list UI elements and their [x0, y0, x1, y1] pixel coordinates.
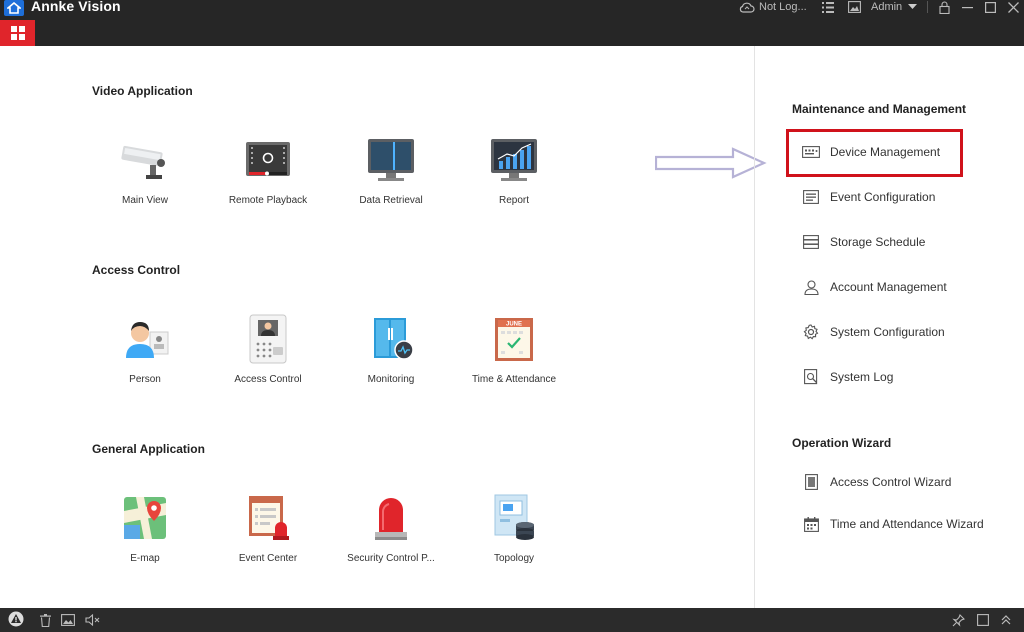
menu-time-attendance-wizard[interactable]: Time and Attendance Wizard [802, 514, 984, 534]
calendar-icon: JUNE [487, 312, 541, 366]
tile-time-attendance[interactable]: JUNE Time & Attendance [454, 312, 574, 385]
tile-main-view[interactable]: Main View [85, 133, 205, 206]
window-icon[interactable] [975, 613, 991, 627]
wizard-title: Operation Wizard [792, 436, 892, 450]
tile-label: Topology [493, 553, 535, 564]
menu-system-configuration[interactable]: System Configuration [802, 322, 945, 342]
status-bar [0, 608, 1024, 632]
user-name[interactable]: Admin [871, 0, 902, 14]
tile-label: Access Control [234, 374, 302, 385]
tile-label: Remote Playback [228, 195, 308, 206]
menu-account-management[interactable]: Account Management [802, 277, 947, 297]
calendar-wizard-icon [802, 516, 820, 532]
topology-icon [487, 491, 541, 545]
list-icon[interactable] [821, 0, 835, 14]
tile-label: Security Control P... [347, 553, 435, 564]
door-station-icon [241, 312, 295, 366]
tile-label: Data Retrieval [359, 195, 423, 206]
menu-label: System Configuration [830, 325, 945, 339]
section-title-access: Access Control [92, 263, 181, 277]
event-config-icon [802, 189, 820, 205]
close-icon[interactable] [1006, 0, 1020, 14]
title-bar: Annke Vision Not Log... Admin [0, 0, 1024, 46]
lock-icon[interactable] [937, 0, 951, 14]
calendar-month-label: JUNE [506, 322, 522, 328]
picture-icon[interactable] [847, 0, 861, 14]
event-center-icon [241, 491, 295, 545]
tile-label: Main View [122, 195, 168, 206]
section-title-video: Video Application [92, 84, 193, 98]
tile-person[interactable]: Person [85, 312, 205, 385]
account-icon [802, 279, 820, 295]
minimize-icon[interactable] [960, 0, 974, 14]
image-icon[interactable] [60, 613, 76, 627]
tile-access-control[interactable]: Access Control [208, 312, 328, 385]
storage-icon [802, 234, 820, 250]
playback-icon [241, 133, 295, 187]
data-retrieval-icon [364, 133, 418, 187]
app-logo-icon [4, 0, 24, 16]
map-icon [118, 491, 172, 545]
app-title: Annke Vision [31, 0, 121, 14]
cloud-icon[interactable] [738, 0, 756, 14]
log-icon [802, 369, 820, 385]
home-grid-button[interactable] [0, 20, 35, 46]
trash-icon[interactable] [37, 613, 53, 627]
tile-monitoring[interactable]: Monitoring [331, 312, 451, 385]
annotation-arrow [655, 147, 767, 179]
tile-security-control[interactable]: Security Control P... [331, 491, 451, 564]
tile-label: Person [129, 374, 161, 385]
tile-label: Event Center [238, 553, 298, 564]
camera-icon [118, 133, 172, 187]
grid-icon [10, 26, 25, 40]
gear-icon [802, 324, 820, 340]
tile-label: Monitoring [367, 374, 415, 385]
door-monitor-icon [364, 312, 418, 366]
menu-label: Storage Schedule [830, 235, 926, 249]
pin-icon[interactable] [950, 613, 966, 627]
maintenance-title: Maintenance and Management [792, 102, 967, 116]
menu-label: Time and Attendance Wizard [830, 517, 984, 531]
tile-label: Time & Attendance [471, 374, 557, 385]
tile-label: E-map [130, 553, 160, 564]
tile-label: Report [498, 195, 529, 206]
menu-label: Access Control Wizard [830, 475, 952, 489]
menu-system-log[interactable]: System Log [802, 367, 893, 387]
door-wizard-icon [802, 474, 820, 490]
chevron-down-icon[interactable] [905, 0, 919, 14]
menu-label: Event Configuration [830, 190, 936, 204]
menu-access-control-wizard[interactable]: Access Control Wizard [802, 472, 951, 492]
menu-label: System Log [830, 370, 894, 384]
menu-device-management[interactable]: Device Management [802, 142, 940, 162]
report-chart-icon [487, 133, 541, 187]
menu-label: Device Management [830, 145, 941, 159]
tile-remote-playback[interactable]: Remote Playback [208, 133, 328, 206]
menu-event-configuration[interactable]: Event Configuration [802, 187, 935, 207]
tile-e-map[interactable]: E-map [85, 491, 205, 564]
panel-divider [754, 46, 755, 608]
menu-label: Account Management [830, 280, 947, 294]
alarm-siren-icon [364, 491, 418, 545]
tile-topology[interactable]: Topology [454, 491, 574, 564]
menu-storage-schedule[interactable]: Storage Schedule [802, 232, 925, 252]
person-icon [118, 312, 172, 366]
maximize-icon[interactable] [983, 0, 997, 14]
tile-event-center[interactable]: Event Center [208, 491, 328, 564]
section-title-general: General Application [92, 442, 205, 456]
cloud-status[interactable]: Not Log... [759, 0, 807, 14]
chevron-up-icon[interactable] [998, 613, 1014, 627]
mute-icon[interactable] [84, 613, 100, 627]
main-content: Video Application Main View Remote Playb… [0, 46, 1024, 608]
tile-data-retrieval[interactable]: Data Retrieval [331, 133, 451, 206]
tile-report[interactable]: Report [454, 133, 574, 206]
device-icon [802, 144, 820, 160]
warning-icon[interactable] [8, 611, 24, 627]
separator [927, 1, 928, 13]
